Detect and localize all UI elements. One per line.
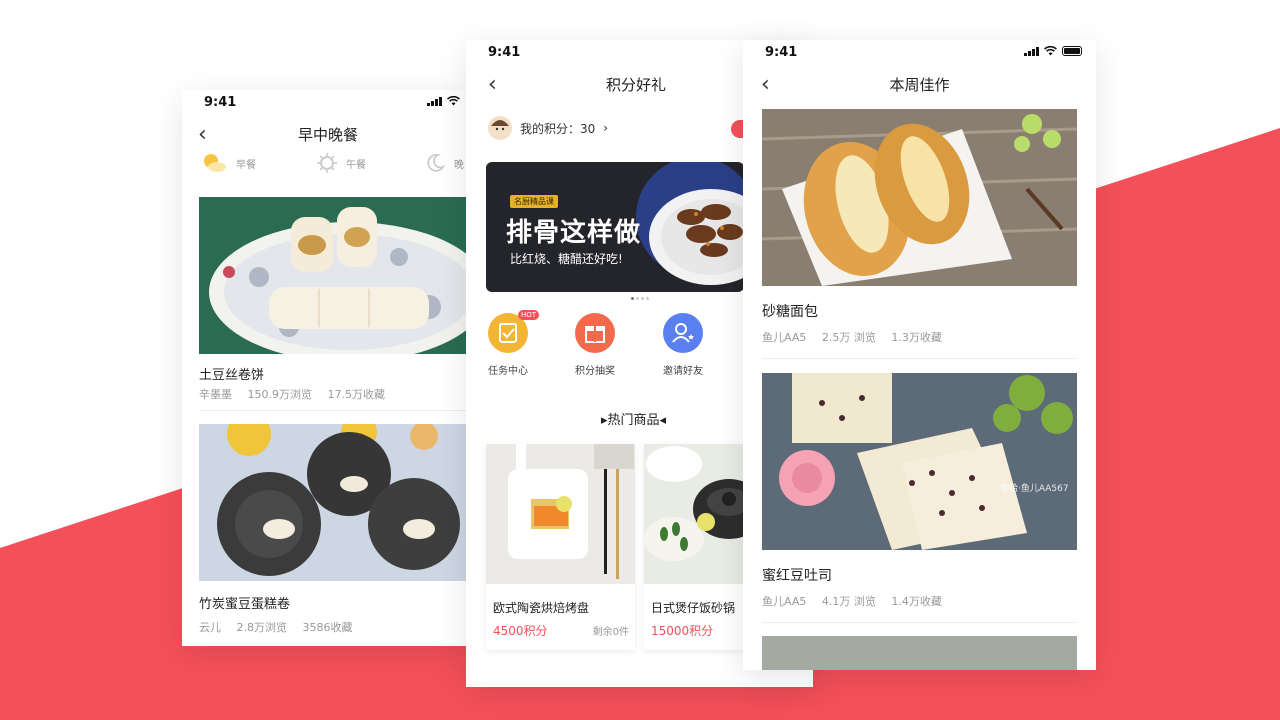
recipe-favs: 3586收藏 (302, 621, 353, 634)
banner-subline: 比红烧、糖醋还好吃! (510, 252, 623, 266)
signal-icon (427, 96, 442, 106)
phone-meals: 9:41 ‹ 早中晚餐 早餐 午餐 晚 土豆丝卷饼 辛墨墨 150.9万浏览 1… (182, 90, 474, 646)
recipe-author: 辛墨墨 (199, 388, 232, 401)
banner-headline: 排骨这样做 (506, 218, 642, 248)
image-watermark: 香哈·鱼儿AA567 (1000, 484, 1069, 494)
entry-label: 积分抽奖 (575, 366, 615, 377)
recipe-author: 云儿 (199, 621, 221, 634)
product-card[interactable]: 欧式陶瓷烘焙烤盘 4500积分 剩余0件 (486, 444, 635, 650)
work-title[interactable]: 蜜红豆吐司 (762, 565, 832, 585)
recipe-title[interactable]: 土豆丝卷饼 (199, 364, 264, 383)
meal-tab-label: 午餐 (346, 159, 366, 171)
entry-task-center[interactable]: HOT 任务中心 (484, 310, 540, 377)
entry-points-lottery[interactable]: 积分抽奖 (571, 312, 619, 377)
work-meta: 鱼儿AA5 4.1万 浏览 1.4万收藏 (762, 593, 954, 609)
page-title: 本周佳作 (889, 76, 950, 94)
work-image-sugar-bread[interactable] (762, 109, 1077, 286)
product-image-baking-tray (486, 444, 635, 584)
divider (762, 358, 1077, 359)
work-favs: 1.4万收藏 (891, 595, 942, 608)
recipe-views: 150.9万浏览 (247, 388, 313, 401)
avatar (488, 116, 512, 140)
invite-icon (663, 313, 703, 353)
product-price: 15000积分 (651, 624, 714, 638)
my-points[interactable]: 我的积分：30 › (488, 116, 608, 140)
product-stock: 剩余0件 (592, 627, 629, 638)
meal-tab-label: 早餐 (236, 159, 256, 171)
hot-badge: HOT (518, 310, 540, 320)
status-bar: 9:41 (743, 40, 1096, 64)
entry-label: 邀请好友 (663, 366, 703, 377)
points-label: 我的积分：30 (520, 121, 596, 136)
status-time: 9:41 (488, 45, 521, 60)
recipe-image-potato-roll[interactable] (199, 197, 474, 354)
work-author: 鱼儿AA5 (762, 595, 807, 608)
recipe-views: 2.8万浏览 (236, 621, 288, 634)
work-title[interactable]: 砂糖面包 (762, 301, 818, 321)
status-icons (1024, 46, 1082, 56)
recipe-image-cake-roll[interactable] (199, 424, 474, 581)
chevron-right-icon: › (603, 121, 609, 135)
product-name: 欧式陶瓷烘焙烤盘 (493, 601, 590, 615)
banner-pagination (631, 297, 649, 300)
nav-bar: ‹ 本周佳作 (743, 64, 1096, 104)
nav-bar: ‹ 早中晚餐 (182, 114, 474, 154)
meal-tab-dinner[interactable]: 晚 (424, 152, 464, 174)
sun-icon (317, 153, 337, 173)
work-author: 鱼儿AA5 (762, 331, 807, 344)
wifi-icon (1044, 46, 1057, 56)
page-title: 早中晚餐 (297, 126, 358, 144)
product-price: 4500积分 (493, 624, 548, 638)
entry-label: 任务中心 (488, 366, 528, 377)
divider (199, 410, 474, 411)
recipe-title[interactable]: 竹炭蜜豆蛋糕卷 (199, 593, 290, 612)
wifi-icon (447, 96, 460, 106)
status-bar: 9:41 (182, 90, 474, 114)
battery-icon (1062, 46, 1082, 56)
moon-icon (427, 153, 446, 172)
status-time: 9:41 (765, 45, 798, 60)
meal-tab-breakfast[interactable]: 早餐 (200, 152, 256, 174)
meal-tab-lunch[interactable]: 午餐 (316, 152, 366, 174)
status-time: 9:41 (204, 95, 237, 110)
entry-invite-friends[interactable]: 邀请好友 (659, 312, 707, 377)
work-meta: 鱼儿AA5 2.5万 浏览 1.3万收藏 (762, 329, 954, 345)
divider (762, 622, 1077, 623)
promo-banner[interactable]: 名厨精品课 排骨这样做 比红烧、糖醋还好吃! (486, 162, 744, 292)
hot-products-title: ▸热门商品◂ (601, 413, 667, 428)
gift-icon (575, 313, 615, 353)
work-image-next[interactable] (762, 636, 1077, 670)
work-image-red-bean-toast[interactable]: 香哈·鱼儿AA567 (762, 373, 1077, 550)
recipe-meta: 云儿 2.8万浏览 3586收藏 (199, 619, 365, 635)
phone-weekly-picks: 9:41 ‹ 本周佳作 砂糖面包 鱼儿AA5 2.5万 浏览 1.3万收藏 香哈… (743, 40, 1096, 670)
recipe-favs: 17.5万收藏 (327, 388, 386, 401)
signal-icon (1024, 46, 1039, 56)
work-views: 2.5万 浏览 (821, 331, 876, 344)
banner-tag: 名厨精品课 (510, 195, 558, 208)
work-favs: 1.3万收藏 (891, 331, 942, 344)
work-views: 4.1万 浏览 (821, 595, 876, 608)
recipe-meta: 辛墨墨 150.9万浏览 17.5万收藏 (199, 386, 397, 402)
product-name: 日式煲仔饭砂锅 (651, 601, 736, 615)
status-icons (427, 96, 460, 106)
sun-cloud-icon (204, 154, 226, 172)
meal-tab-label: 晚 (454, 159, 464, 171)
